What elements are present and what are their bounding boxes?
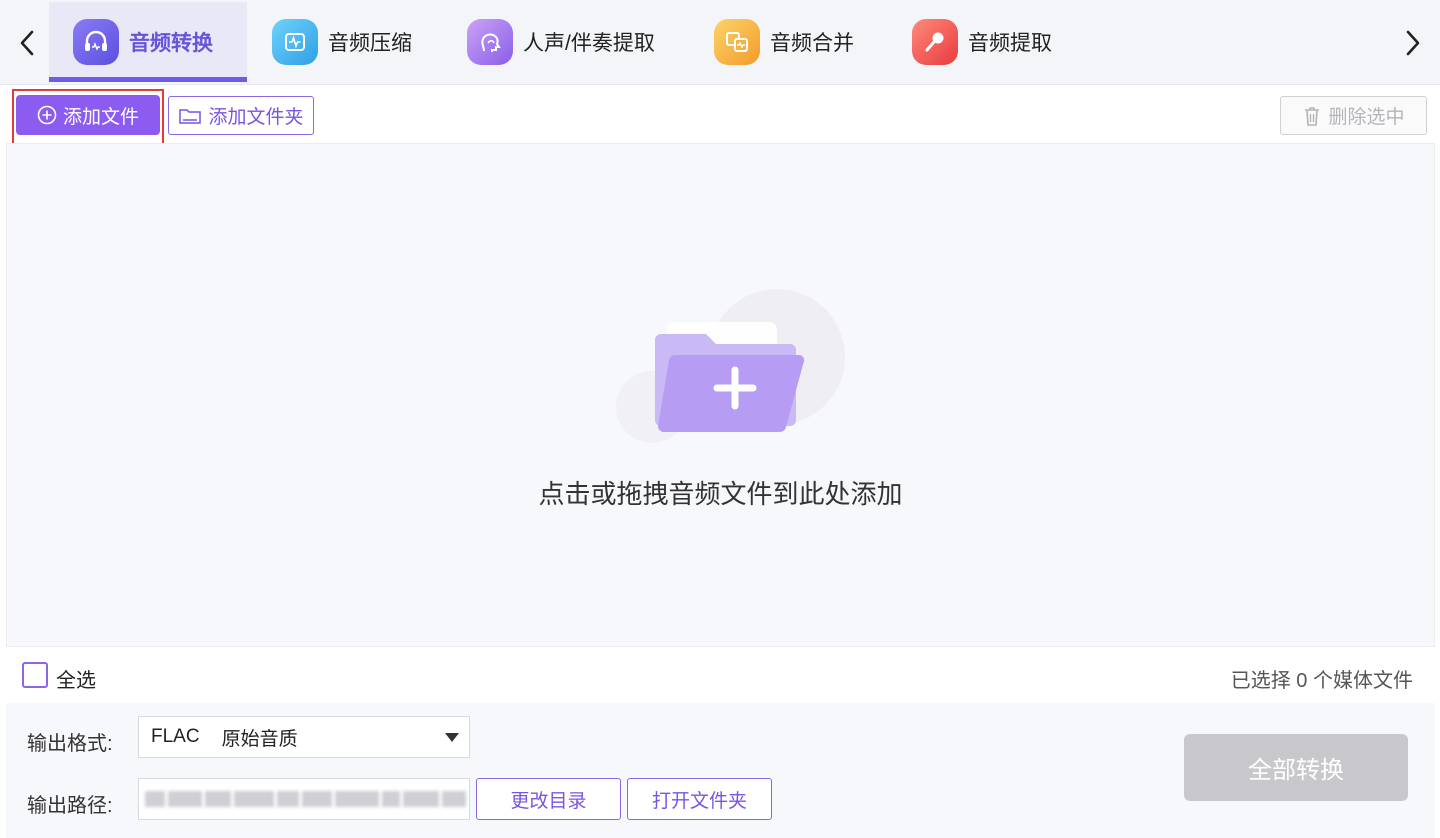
tab-audio-convert[interactable]: 音频转换	[49, 2, 247, 82]
waveform-icon	[272, 19, 318, 65]
select-all-checkbox[interactable]	[22, 662, 48, 688]
tab-label: 人声/伴奏提取	[523, 32, 655, 55]
output-format-select[interactable]: FLAC 原始音质	[138, 716, 470, 758]
output-path-label: 输出路径:	[27, 795, 113, 817]
delete-selected-button[interactable]: 删除选中	[1280, 96, 1427, 135]
tab-label: 音频合并	[770, 32, 854, 55]
voice-profile-icon	[467, 19, 513, 65]
format-quality: 原始音质	[221, 728, 298, 750]
scroll-right-arrow-icon[interactable]	[1398, 24, 1428, 62]
redacted-path	[145, 791, 466, 807]
selected-count-text: 已选择 0 个媒体文件	[1230, 670, 1413, 692]
trash-icon	[1305, 106, 1320, 126]
format-value: FLAC	[151, 726, 200, 747]
tab-audio-merge[interactable]: 音频合并	[690, 2, 880, 82]
microphone-icon	[912, 19, 958, 65]
select-all-label[interactable]: 全选	[56, 664, 96, 693]
delete-selected-label: 删除选中	[1328, 107, 1405, 128]
output-format-label: 输出格式:	[27, 733, 113, 755]
headphones-icon	[73, 19, 119, 65]
add-folder-illustration-icon	[616, 289, 845, 443]
feature-tab-bar: 音频转换 音频压缩 人声/伴奏提取 音频合并 音频提取	[0, 0, 1440, 85]
add-folder-button[interactable]: 添加文件夹	[168, 96, 314, 135]
selection-bar: 全选 已选择 0 个媒体文件	[0, 650, 1440, 702]
tab-audio-extract[interactable]: 音频提取	[888, 2, 1078, 82]
folder-icon	[179, 108, 202, 124]
change-directory-button[interactable]: 更改目录	[476, 778, 621, 820]
tab-audio-compress[interactable]: 音频压缩	[248, 2, 438, 82]
output-path-field[interactable]	[138, 778, 470, 820]
tab-label: 音频提取	[968, 32, 1052, 55]
add-folder-label: 添加文件夹	[208, 107, 304, 128]
scroll-left-arrow-icon[interactable]	[12, 24, 42, 62]
tab-label: 音频压缩	[328, 32, 412, 55]
tab-label: 音频转换	[129, 32, 213, 55]
drop-hint-text: 点击或拖拽音频文件到此处添加	[538, 479, 903, 509]
convert-all-button[interactable]: 全部转换	[1184, 734, 1408, 801]
chevron-down-icon	[445, 733, 459, 742]
open-folder-button[interactable]: 打开文件夹	[627, 778, 772, 820]
file-drop-area[interactable]: 点击或拖拽音频文件到此处添加	[6, 143, 1435, 647]
tab-vocal-extract[interactable]: 人声/伴奏提取	[443, 2, 683, 82]
merge-icon	[714, 19, 760, 65]
